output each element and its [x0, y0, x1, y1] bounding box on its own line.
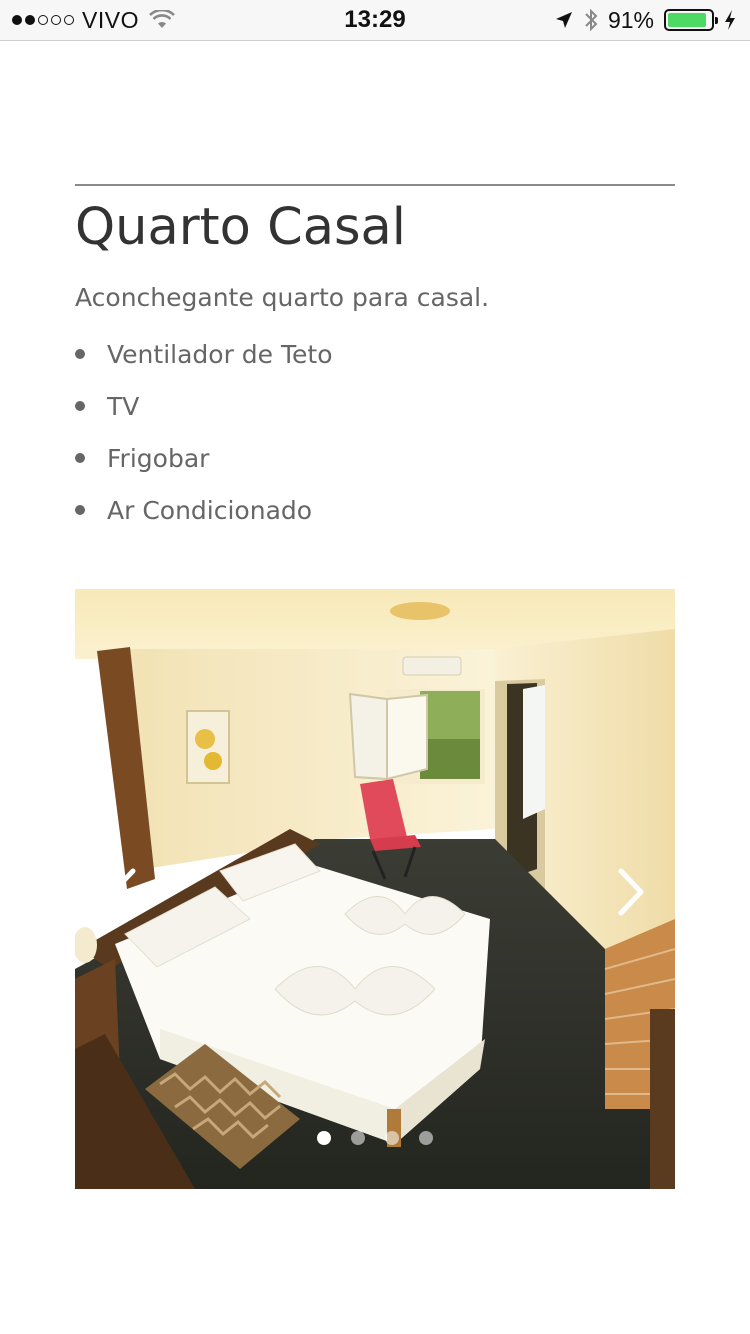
amenity-item: Frigobar	[75, 432, 333, 484]
battery-level	[668, 13, 707, 27]
amenity-label: Ventilador de Teto	[107, 339, 333, 369]
status-bar: VIVO 13:29 91%	[0, 0, 750, 41]
section-divider	[75, 184, 675, 186]
bullet-icon	[75, 453, 85, 463]
carousel-prev-button[interactable]	[105, 867, 145, 917]
bullet-icon	[75, 505, 85, 515]
carousel-next-button[interactable]	[609, 867, 649, 917]
carousel-indicator[interactable]	[351, 1131, 365, 1145]
charging-icon	[725, 10, 735, 30]
location-arrow-icon	[555, 12, 572, 28]
amenity-item: Ventilador de Teto	[75, 328, 333, 380]
bullet-icon	[75, 401, 85, 411]
carousel-indicators	[75, 1131, 675, 1145]
chevron-left-icon	[110, 868, 136, 916]
amenity-item: TV	[75, 380, 333, 432]
amenity-item: Ar Condicionado	[75, 484, 333, 536]
battery-cap	[715, 17, 718, 24]
room-description: Aconchegante quarto para casal.	[75, 283, 490, 312]
battery-percent: 91%	[607, 6, 654, 33]
room-photo	[75, 589, 675, 1189]
chevron-right-icon	[618, 868, 644, 916]
bluetooth-icon	[585, 8, 598, 32]
carousel-indicator[interactable]	[419, 1131, 433, 1145]
amenity-label: Frigobar	[107, 443, 210, 473]
bullet-icon	[75, 349, 85, 359]
room-photo-carousel[interactable]	[75, 589, 675, 1189]
carousel-indicator[interactable]	[385, 1131, 399, 1145]
battery-icon	[664, 9, 718, 31]
status-bar-right: 91%	[554, 6, 736, 34]
amenity-label: TV	[107, 391, 140, 421]
carousel-indicator[interactable]	[317, 1131, 331, 1145]
room-title: Quarto Casal	[75, 198, 406, 257]
amenity-label: Ar Condicionado	[107, 495, 313, 525]
amenities-list: Ventilador de Teto TV Frigobar Ar Condic…	[75, 328, 333, 536]
